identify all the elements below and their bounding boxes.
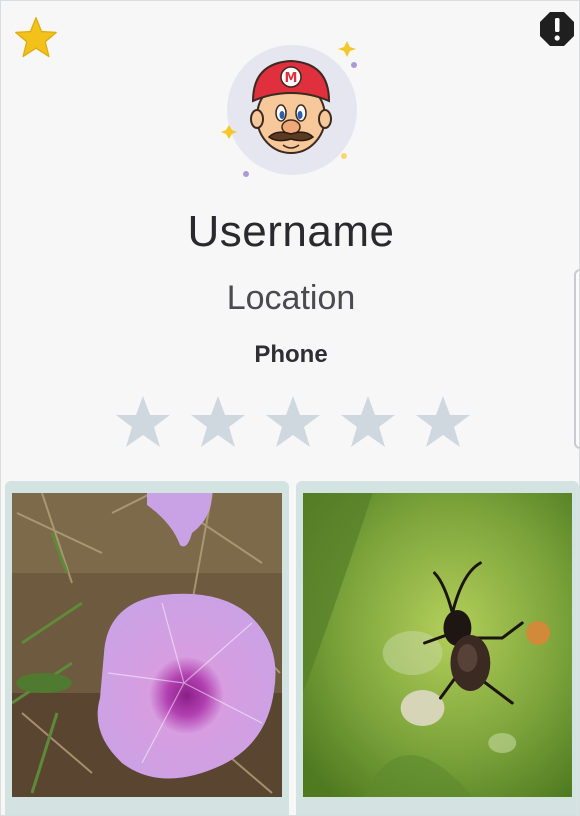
location: Location [226, 279, 356, 317]
phone: Phone [254, 341, 328, 368]
profile-card: M Username Location Phone [0, 0, 580, 816]
rating-star-icon[interactable] [338, 393, 398, 453]
rating-star-icon[interactable] [263, 393, 323, 453]
rating-stars [113, 393, 473, 457]
beetle-photo [303, 493, 572, 797]
report-button[interactable] [539, 11, 575, 47]
rating-star-icon[interactable] [188, 393, 248, 453]
rating-star-icon[interactable] [113, 393, 173, 453]
favorite-button[interactable] [13, 15, 59, 61]
avatar[interactable]: M [213, 35, 373, 185]
username: Username [187, 207, 395, 256]
svg-text:M: M [285, 71, 298, 86]
gallery-item-flower[interactable] [5, 481, 289, 815]
side-drawer-handle[interactable] [574, 269, 579, 449]
rating-star-icon[interactable] [413, 393, 473, 453]
gallery-item-beetle[interactable] [296, 481, 579, 815]
star-icon [15, 17, 57, 58]
mario-avatar-icon: M [221, 41, 357, 177]
flower-photo [12, 493, 282, 797]
exclamation-octagon-icon [540, 12, 574, 46]
